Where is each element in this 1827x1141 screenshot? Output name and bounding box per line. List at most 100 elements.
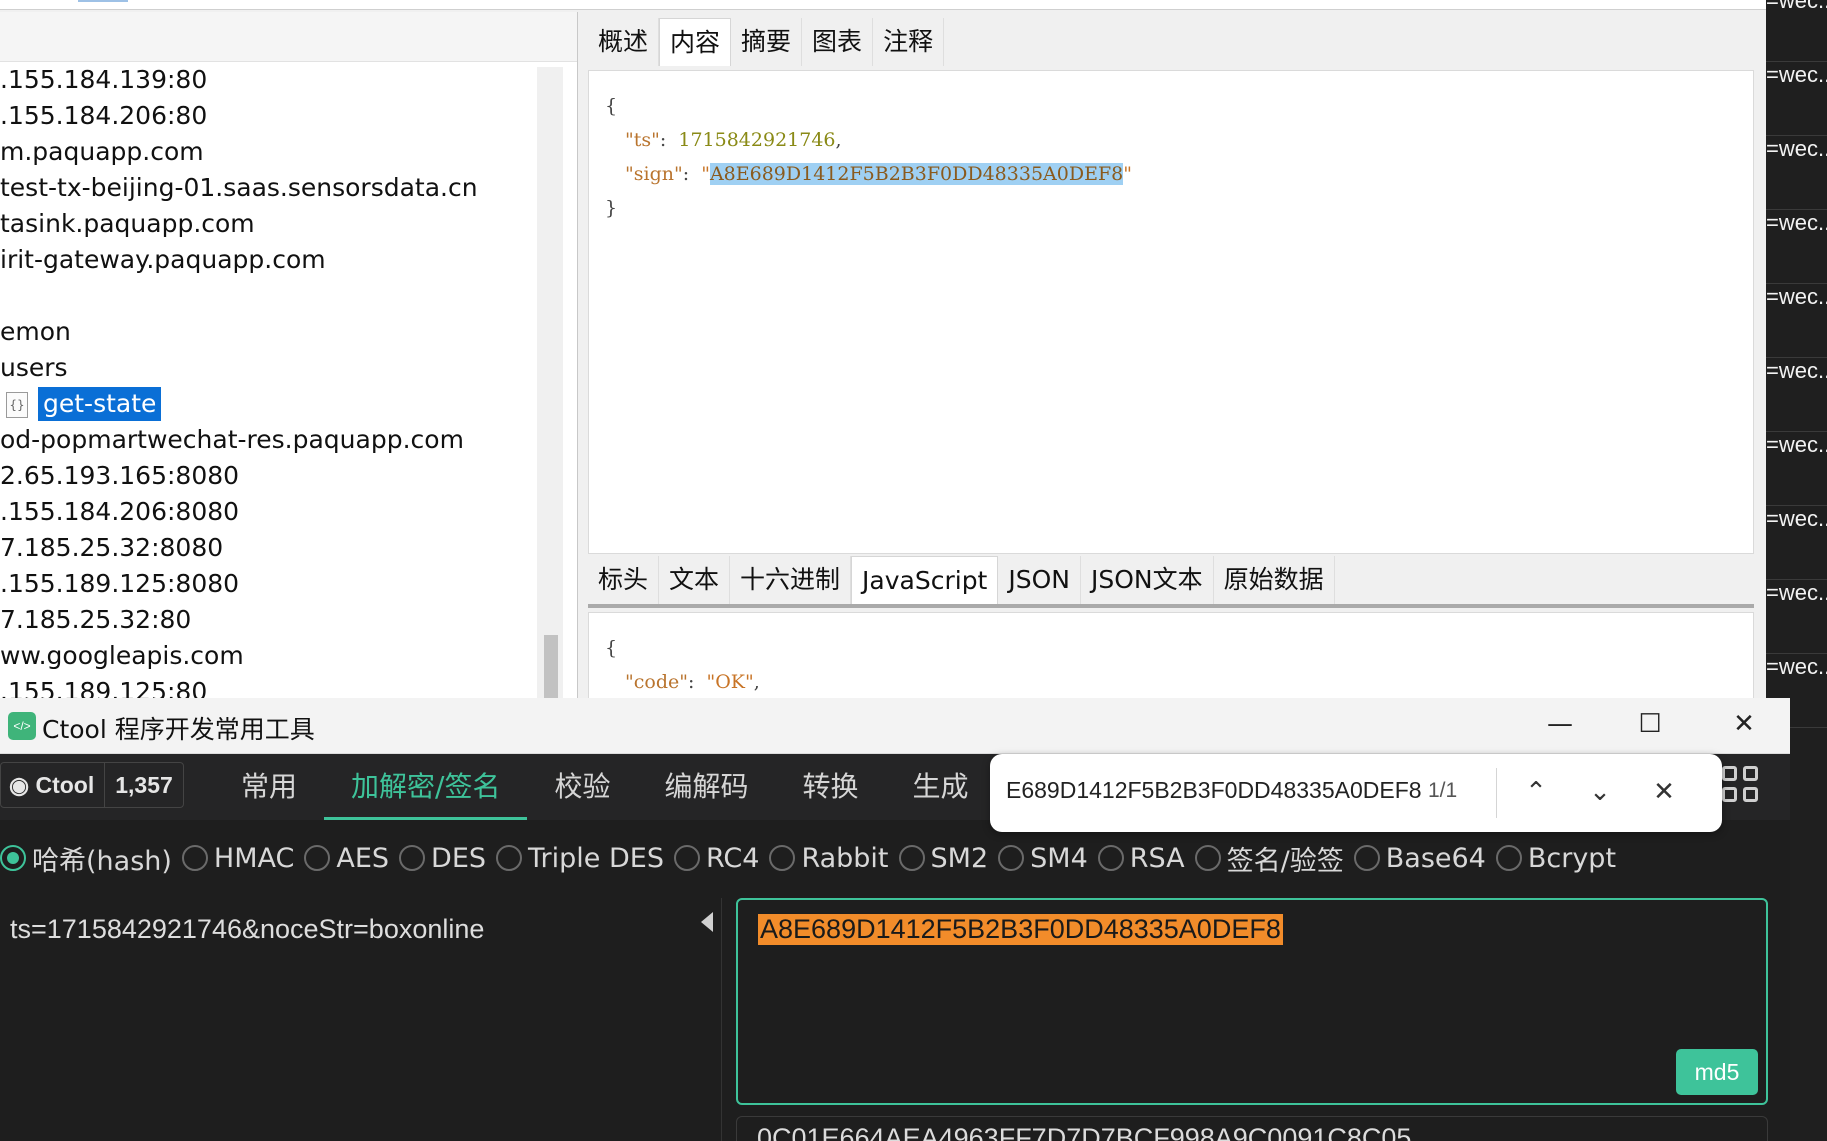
log-line: =wec... bbox=[1766, 136, 1827, 210]
session-item[interactable]: 7.185.25.32:8080 bbox=[0, 530, 540, 566]
session-item[interactable]: irit-gateway.paquapp.com bbox=[0, 242, 540, 278]
session-item[interactable]: tasink.paquapp.com bbox=[0, 206, 540, 242]
algorithm-radio[interactable]: RSA bbox=[1097, 842, 1185, 874]
session-item[interactable]: 7.185.25.32:80 bbox=[0, 602, 540, 638]
algorithm-radio[interactable]: Rabbit bbox=[769, 842, 889, 874]
algorithm-radio[interactable]: 哈希(hash) bbox=[0, 839, 172, 878]
ctool-titlebar: </> Ctool 程序开发常用工具 — ☐ ✕ bbox=[0, 698, 1790, 754]
algorithm-radio[interactable]: Base64 bbox=[1353, 843, 1486, 874]
json-file-icon: {} bbox=[6, 392, 28, 418]
session-item[interactable]: users bbox=[0, 350, 540, 386]
request-tab[interactable]: 内容 bbox=[659, 18, 732, 66]
request-tab[interactable]: 图表 bbox=[802, 18, 874, 66]
radio-circle-icon bbox=[898, 845, 925, 871]
minimize-button[interactable]: — bbox=[1520, 698, 1600, 750]
radio-label: 哈希(hash) bbox=[32, 845, 172, 877]
session-item[interactable]: test-tx-beijing-01.saas.sensorsdata.cn bbox=[0, 170, 540, 206]
next-output[interactable]: 0C01E664AEA4963FF7D7D7BCF998A9C0091C8C05 bbox=[736, 1116, 1768, 1141]
response-tab[interactable]: 标头 bbox=[588, 556, 660, 604]
session-item[interactable]: m.paquapp.com bbox=[0, 134, 540, 170]
log-line: =wec... bbox=[1766, 506, 1827, 580]
session-item[interactable]: .155.189.125:8080 bbox=[0, 566, 540, 602]
response-tab[interactable]: JavaScript bbox=[851, 556, 999, 604]
session-item[interactable]: od-popmartwechat-res.paquapp.com bbox=[0, 422, 540, 458]
session-list: .155.184.139:80.155.184.206:80 m.paquapp.… bbox=[0, 62, 540, 710]
session-item[interactable]: .155.184.206:8080 bbox=[0, 494, 540, 530]
github-stars: 1,357 bbox=[115, 772, 173, 798]
radio-circle-icon bbox=[304, 845, 331, 871]
algorithm-radio[interactable]: Bcrypt bbox=[1495, 843, 1616, 874]
close-button[interactable]: ✕ bbox=[1704, 698, 1784, 750]
log-line: =wec... bbox=[1766, 580, 1827, 654]
session-item[interactable]: ww.googleapis.com bbox=[0, 638, 540, 674]
radio-label: HMAC bbox=[213, 842, 295, 874]
algorithm-radio[interactable]: SM2 bbox=[898, 842, 989, 874]
algorithm-radio[interactable]: DES bbox=[399, 843, 486, 874]
request-tab[interactable]: 注释 bbox=[873, 18, 945, 66]
md5-output[interactable]: A8E689D1412F5B2B3F0DD48335A0DEF8 md5 bbox=[736, 898, 1768, 1105]
inspector-panel: 概述 内容 摘要 图表 注释 { "ts": 1715842921746, "sign"… bbox=[580, 12, 1766, 712]
log-line: =wec... bbox=[1766, 62, 1827, 136]
resp-code-key: "code" bbox=[625, 671, 688, 693]
session-item[interactable]: .155.184.206:80 bbox=[0, 98, 540, 134]
request-tab[interactable]: 概述 bbox=[588, 18, 660, 66]
radio-label: SM2 bbox=[930, 842, 989, 874]
github-button[interactable]: ◉ Ctool 1,357 bbox=[0, 762, 184, 808]
response-tab[interactable]: JSON文本 bbox=[1081, 556, 1214, 604]
response-tab[interactable]: 文本 bbox=[659, 556, 731, 604]
request-tab[interactable]: 摘要 bbox=[731, 18, 803, 66]
resp-code-value: "OK" bbox=[706, 671, 754, 693]
input-text: ts=1715842921746&noceStr=boxonline bbox=[10, 914, 485, 944]
nav-item[interactable]: 转换 bbox=[775, 754, 885, 820]
session-item[interactable]: {} get-state bbox=[0, 386, 540, 422]
close-icon[interactable]: ✕ bbox=[1644, 772, 1684, 812]
log-line: =wec... bbox=[1766, 358, 1827, 432]
response-tab[interactable]: 十六进制 bbox=[730, 556, 852, 604]
algorithm-radio[interactable]: RC4 bbox=[673, 843, 759, 874]
github-label: Ctool bbox=[35, 772, 95, 798]
nav-item[interactable]: 编解码 bbox=[637, 754, 775, 820]
json-sign-key: "sign" bbox=[625, 163, 683, 185]
chevron-up-icon[interactable]: ⌃ bbox=[1516, 772, 1556, 812]
md5-label-button[interactable]: md5 bbox=[1676, 1049, 1758, 1095]
input-textarea[interactable]: ts=1715842921746&noceStr=boxonline bbox=[0, 898, 722, 1141]
nav-item[interactable]: 生成 bbox=[886, 754, 996, 820]
algorithm-radio[interactable]: 签名/验签 bbox=[1194, 839, 1344, 878]
radio-label: AES bbox=[336, 842, 390, 874]
pane-splitter[interactable] bbox=[588, 604, 1754, 608]
radio-circle-icon bbox=[998, 845, 1025, 871]
request-content-pane[interactable]: { "ts": 1715842921746, "sign": "A8E689D1… bbox=[588, 70, 1754, 554]
maximize-button[interactable]: ☐ bbox=[1610, 698, 1690, 750]
request-json: { "ts": 1715842921746, "sign": "A8E689D1… bbox=[605, 89, 1132, 225]
algorithm-radio[interactable]: AES bbox=[304, 843, 389, 874]
radio-circle-icon bbox=[1194, 845, 1221, 871]
log-line: =wec... bbox=[1766, 0, 1827, 62]
grid-icon[interactable] bbox=[1722, 766, 1760, 804]
session-tree-scrollbar[interactable] bbox=[537, 67, 563, 712]
find-count: 1/1 bbox=[1428, 779, 1458, 802]
response-tab[interactable]: 原始数据 bbox=[1214, 556, 1335, 604]
session-item[interactable]: 2.65.193.165:8080 bbox=[0, 458, 540, 494]
session-item[interactable] bbox=[0, 278, 540, 314]
algorithm-radio[interactable]: HMAC bbox=[181, 842, 295, 874]
response-tab[interactable]: JSON bbox=[998, 556, 1081, 604]
collapse-arrow-icon[interactable] bbox=[701, 912, 713, 932]
algorithm-radio[interactable]: SM4 bbox=[998, 843, 1088, 874]
response-content-pane[interactable]: { "code": "OK", bbox=[588, 612, 1754, 712]
find-input[interactable]: E689D1412F5B2B3F0DD48335A0DEF8 bbox=[1006, 777, 1422, 804]
nav-item[interactable]: 加解密/签名 bbox=[324, 754, 528, 820]
algorithm-radio[interactable]: Triple DES bbox=[496, 843, 664, 874]
radio-circle-icon bbox=[496, 845, 523, 871]
nav-item[interactable]: 校验 bbox=[527, 754, 637, 820]
response-json: { "code": "OK", bbox=[605, 631, 760, 699]
session-tree: .155.184.139:80.155.184.206:80 m.paquapp.… bbox=[0, 12, 578, 712]
session-tree-header bbox=[0, 12, 577, 62]
top-strip-accent bbox=[78, 0, 128, 2]
radio-label: Rabbit bbox=[801, 842, 889, 874]
radio-label: DES bbox=[431, 842, 487, 874]
session-item[interactable]: .155.184.139:80 bbox=[0, 62, 540, 98]
chevron-down-icon[interactable]: ⌄ bbox=[1580, 772, 1620, 812]
radio-label: RSA bbox=[1129, 842, 1185, 874]
nav-item[interactable]: 常用 bbox=[214, 754, 324, 820]
session-item[interactable]: emon bbox=[0, 314, 540, 350]
